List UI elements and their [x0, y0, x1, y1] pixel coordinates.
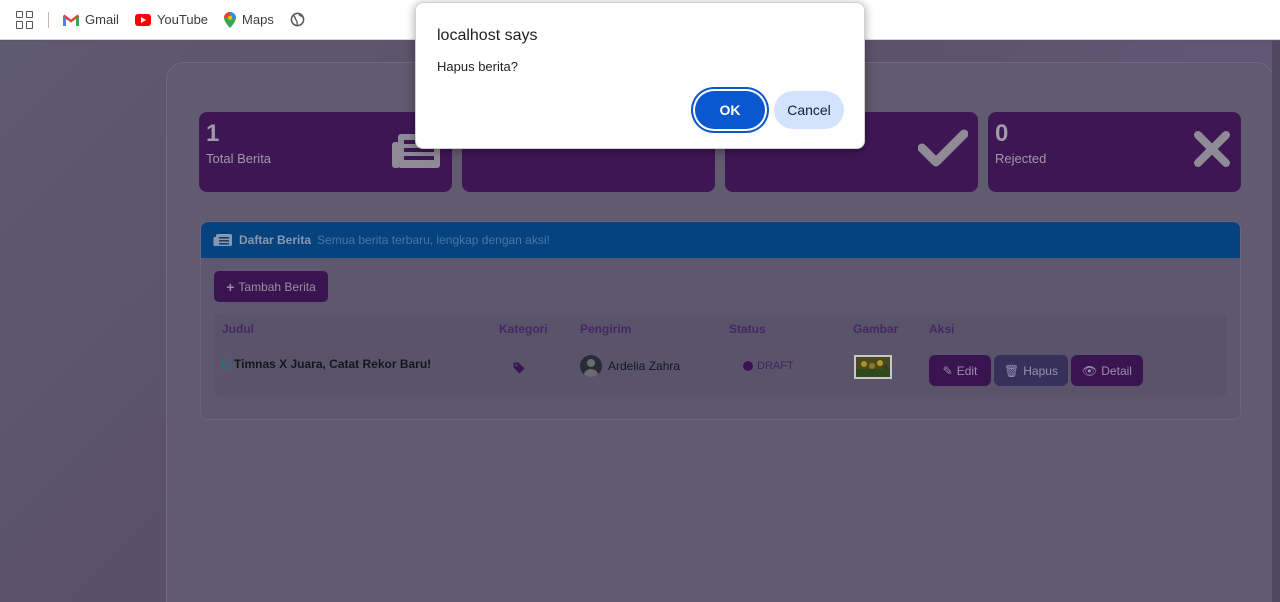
sender-cell: Ardelia Zahra: [580, 355, 680, 377]
eye-icon: 👁: [1082, 363, 1098, 378]
bookmark-label: Maps: [242, 12, 274, 27]
bookmark-globe[interactable]: [290, 12, 305, 27]
status-dot-icon: [743, 361, 753, 371]
x-icon: [1194, 131, 1230, 167]
check-icon: [918, 129, 968, 167]
bookmark-label: YouTube: [156, 12, 209, 27]
status-text: DRAFT: [757, 360, 794, 372]
news-title: Timnas X Juara, Catat Rekor Baru!: [234, 357, 432, 371]
edit-icon: ✎: [942, 363, 953, 378]
ok-button[interactable]: OK: [695, 91, 765, 129]
bookmark-youtube[interactable]: YouTube: [134, 12, 209, 27]
dialog-message: Hapus berita?: [437, 59, 518, 74]
column-header-aksi: Aksi: [929, 322, 955, 336]
page-scrollbar[interactable]: [1272, 41, 1280, 602]
news-list-subtitle: Semua berita terbaru, lengkap dengan aks…: [317, 233, 550, 247]
column-header-pengirim: Pengirim: [580, 322, 632, 336]
plus-icon: +: [226, 278, 235, 295]
detail-button[interactable]: 👁 Detail: [1071, 355, 1143, 386]
add-news-label: Tambah Berita: [238, 279, 316, 294]
newspaper-icon: [213, 234, 232, 246]
bookmark-gmail[interactable]: Gmail: [63, 12, 119, 27]
delete-button[interactable]: 🗑 Hapus: [994, 355, 1068, 386]
news-title-cell: Timnas X Juara, Catat Rekor Baru!: [222, 357, 431, 371]
column-header-kategori: Kategori: [499, 322, 548, 336]
add-news-button[interactable]: + Tambah Berita: [214, 271, 328, 302]
delete-label: Hapus: [1023, 363, 1058, 378]
detail-label: Detail: [1101, 363, 1132, 378]
edit-button[interactable]: ✎ Edit: [929, 355, 991, 386]
gmail-icon: [63, 14, 79, 26]
sender-name: Ardelia Zahra: [608, 359, 681, 373]
news-list-card: Daftar Berita Semua berita terbaru, leng…: [200, 221, 1241, 420]
news-list-title: Daftar Berita: [239, 233, 312, 247]
bookmark-label: Gmail: [85, 12, 119, 27]
trash-icon: 🗑: [1004, 363, 1020, 378]
bookmark-maps[interactable]: Maps: [224, 11, 274, 28]
column-header-judul: Judul: [222, 322, 254, 336]
bookmarks-separator: [48, 11, 49, 28]
maps-icon: [224, 11, 237, 28]
edit-label: Edit: [956, 363, 978, 378]
status-badge: DRAFT: [743, 360, 794, 372]
news-list-header: Daftar Berita Semua berita terbaru, leng…: [201, 222, 1240, 258]
news-thumbnail[interactable]: [854, 355, 892, 379]
news-table: Judul Kategori Pengirim Status Gambar Ak…: [214, 313, 1227, 397]
globe-icon: [290, 12, 305, 27]
dialog-title: localhost says: [437, 27, 538, 44]
stat-card-rejected: 0 Rejected: [988, 112, 1241, 192]
apps-grid-icon[interactable]: [16, 10, 34, 29]
cancel-button[interactable]: Cancel: [774, 91, 844, 129]
column-header-status: Status: [729, 322, 766, 336]
youtube-icon: [134, 13, 151, 26]
avatar: [580, 355, 602, 377]
confirm-dialog: localhost says Hapus berita? OK Cancel: [415, 2, 865, 149]
document-icon: [222, 358, 231, 370]
tag-icon: [513, 362, 525, 374]
column-header-gambar: Gambar: [853, 322, 899, 336]
